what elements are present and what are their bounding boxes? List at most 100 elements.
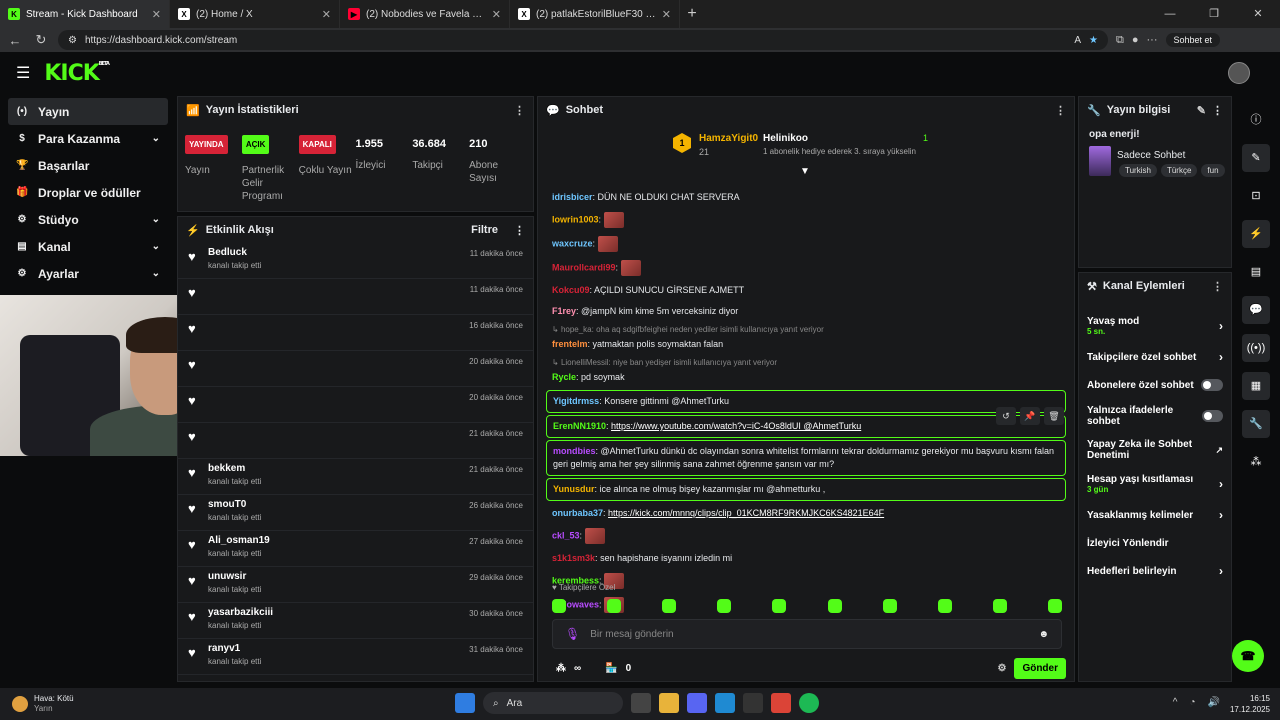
share-icon[interactable]: ⁂: [1242, 448, 1270, 476]
minimize-button[interactable]: —: [1148, 0, 1192, 28]
kebab-icon[interactable]: ⋮: [514, 224, 525, 237]
browser-tab[interactable]: ▶ (2) Nobodies ve Favela Çatışması: ✕: [340, 0, 510, 28]
toggle-switch[interactable]: [1202, 410, 1223, 422]
sidebar-item[interactable]: ⚙ Stüdyo ⌄: [8, 206, 168, 233]
store-icon[interactable]: 🏪: [605, 663, 617, 674]
chat-username[interactable]: Kokcu09: [552, 285, 590, 295]
follower-name[interactable]: Bedluck: [208, 247, 261, 258]
stream-tag[interactable]: fun: [1201, 164, 1225, 177]
chat-message[interactable]: Yigitdrmss: Konsere gittinmi @AhmetTurku: [546, 390, 1066, 413]
emote-icon[interactable]: [584, 528, 605, 544]
emote-icon[interactable]: [662, 599, 677, 613]
second-gifter-name[interactable]: Helinikoo: [763, 133, 808, 144]
close-tab-icon[interactable]: ✕: [322, 8, 331, 21]
chevron-right-icon[interactable]: ›: [1219, 564, 1223, 578]
chat-link[interactable]: https://www.youtube.com/watch?v=iC-4Os8l…: [611, 421, 861, 431]
chat-message[interactable]: frentelm: yatmaktan polis soymaktan fala…: [546, 334, 1066, 355]
emote-icon[interactable]: [717, 599, 732, 613]
channel-action[interactable]: Abonelere özel sohbet: [1079, 371, 1231, 399]
profile-icon[interactable]: ●: [1132, 34, 1139, 46]
points-icon[interactable]: ⁂: [556, 663, 566, 674]
broadcast-icon[interactable]: ((•)): [1242, 334, 1270, 362]
volume-icon[interactable]: 🔊: [1208, 697, 1220, 708]
chevron-down-icon[interactable]: ⌄: [152, 214, 160, 225]
channel-action[interactable]: Yavaş mod 5 sn. ›: [1079, 309, 1231, 343]
follower-name[interactable]: yasarbazikciii: [208, 607, 273, 618]
menu-icon[interactable]: ☰: [16, 63, 30, 83]
chat-username[interactable]: ckl_53: [552, 530, 580, 540]
sidebar-item[interactable]: 🏆 Başarılar: [8, 152, 168, 179]
info-icon[interactable]: ⓘ: [1242, 106, 1270, 134]
kebab-icon[interactable]: ⋮: [514, 104, 525, 117]
external-link-icon[interactable]: ↗: [1215, 445, 1223, 456]
emote-icon[interactable]: [992, 599, 1007, 613]
chevron-down-icon[interactable]: ⌄: [152, 241, 160, 252]
kebab-icon[interactable]: ⋮: [1212, 104, 1223, 117]
edit-icon[interactable]: ✎: [1242, 144, 1270, 172]
copilot-chat-button[interactable]: Sohbet et: [1165, 33, 1221, 47]
toggle-switch[interactable]: [1201, 379, 1223, 391]
sidebar-item[interactable]: 🎁 Droplar ve ödüller: [8, 179, 168, 206]
channel-action[interactable]: İzleyici Yönlendir: [1079, 529, 1231, 557]
close-tab-icon[interactable]: ✕: [152, 8, 161, 21]
follower-name[interactable]: ranyv1: [208, 643, 261, 654]
browser-tab[interactable]: X (2) patlakEstorilBlueF30 on X: "son ✕: [510, 0, 680, 28]
chat-username[interactable]: lowrin1003: [552, 214, 599, 224]
emote-icon[interactable]: [882, 599, 897, 613]
browser-tab[interactable]: X (2) Home / X ✕: [170, 0, 340, 28]
mic-icon[interactable]: 🎙: [565, 627, 580, 641]
weather-widget[interactable]: Hava: Kötü Yarın: [0, 694, 74, 714]
chat-message[interactable]: Rycle: pd soymak: [546, 367, 1066, 388]
chat-input[interactable]: 🎙 Bir mesaj gönderin ☻: [552, 619, 1062, 649]
chat-link[interactable]: https://kick.com/mnnq/clips/clip_01KCM8R…: [608, 508, 884, 518]
reload-icon[interactable]: ↻: [32, 32, 50, 48]
wifi-icon[interactable]: ◔: [1190, 697, 1196, 708]
wrench-icon[interactable]: 🔧: [1242, 410, 1270, 438]
edit-icon[interactable]: ✎: [1197, 104, 1206, 117]
emote-icon[interactable]: [597, 236, 618, 252]
back-icon[interactable]: ←: [6, 33, 24, 48]
chat-username[interactable]: waxcruze: [552, 238, 593, 248]
filter-button[interactable]: Filtre: [471, 224, 498, 236]
chevron-right-icon[interactable]: ›: [1219, 508, 1223, 522]
emote-icon[interactable]: [1047, 599, 1062, 613]
chat-username[interactable]: idrisbicer: [552, 192, 593, 202]
chat-username[interactable]: Yigitdrmss: [553, 396, 599, 406]
chat-message[interactable]: Maurollcardi99:: [546, 256, 1066, 280]
chevron-right-icon[interactable]: ›: [1219, 477, 1223, 491]
chat-message[interactable]: waxcruze:: [546, 232, 1066, 256]
screenshot-icon[interactable]: ⊡: [1242, 182, 1270, 210]
chevron-up-icon[interactable]: ^: [1173, 697, 1178, 708]
reply-icon[interactable]: ↺: [996, 407, 1016, 425]
close-window-button[interactable]: ✕: [1236, 0, 1280, 28]
layout-icon[interactable]: ▦: [1242, 372, 1270, 400]
chat-username[interactable]: onurbaba37: [552, 508, 603, 518]
help-fab-button[interactable]: ☎: [1232, 640, 1264, 672]
app-icon[interactable]: [743, 693, 763, 713]
channel-action[interactable]: Yalnızca ifadelerle sohbet: [1079, 399, 1231, 433]
chat-username[interactable]: s1k1sm3k: [552, 553, 595, 563]
emote-icon[interactable]: [620, 260, 641, 276]
favorite-star-icon[interactable]: ★: [1089, 35, 1098, 46]
chat-settings-icon[interactable]: ⚙: [997, 663, 1006, 674]
channel-action[interactable]: Takipçilere özel sohbet ›: [1079, 343, 1231, 371]
chat-message[interactable]: Yunusdur: ice alınca ne olmuş bişey kaza…: [546, 478, 1066, 501]
discord-icon[interactable]: [687, 693, 707, 713]
chevron-right-icon[interactable]: ›: [1219, 319, 1223, 333]
sidebar-item[interactable]: $ Para Kazanma ⌄: [8, 125, 168, 152]
taskbar-search[interactable]: ⌕ Ara: [483, 692, 623, 714]
channel-action[interactable]: Yasaklanmış kelimeler ›: [1079, 501, 1231, 529]
chat-username[interactable]: ErenNN1910: [553, 421, 606, 431]
stream-tag[interactable]: Türkçe: [1160, 164, 1198, 177]
stream-tag[interactable]: Turkish: [1119, 164, 1157, 177]
extensions-icon[interactable]: ⧉: [1116, 34, 1124, 47]
chat-message[interactable]: mondbies: @AhmetTurku dünkü dc olayından…: [546, 440, 1066, 476]
more-icon[interactable]: ···: [1147, 34, 1158, 46]
new-tab-button[interactable]: +: [680, 5, 704, 23]
chat-username[interactable]: Yunusdur: [553, 484, 595, 494]
chat-username[interactable]: frentelm: [552, 339, 588, 349]
url-input[interactable]: ⚙ https://dashboard.kick.com/stream A ★: [58, 30, 1108, 50]
kick-logo[interactable]: KICKBETA: [44, 61, 110, 86]
read-aloud-icon[interactable]: A: [1074, 35, 1081, 46]
expand-pinned-icon[interactable]: ▼: [800, 166, 810, 177]
